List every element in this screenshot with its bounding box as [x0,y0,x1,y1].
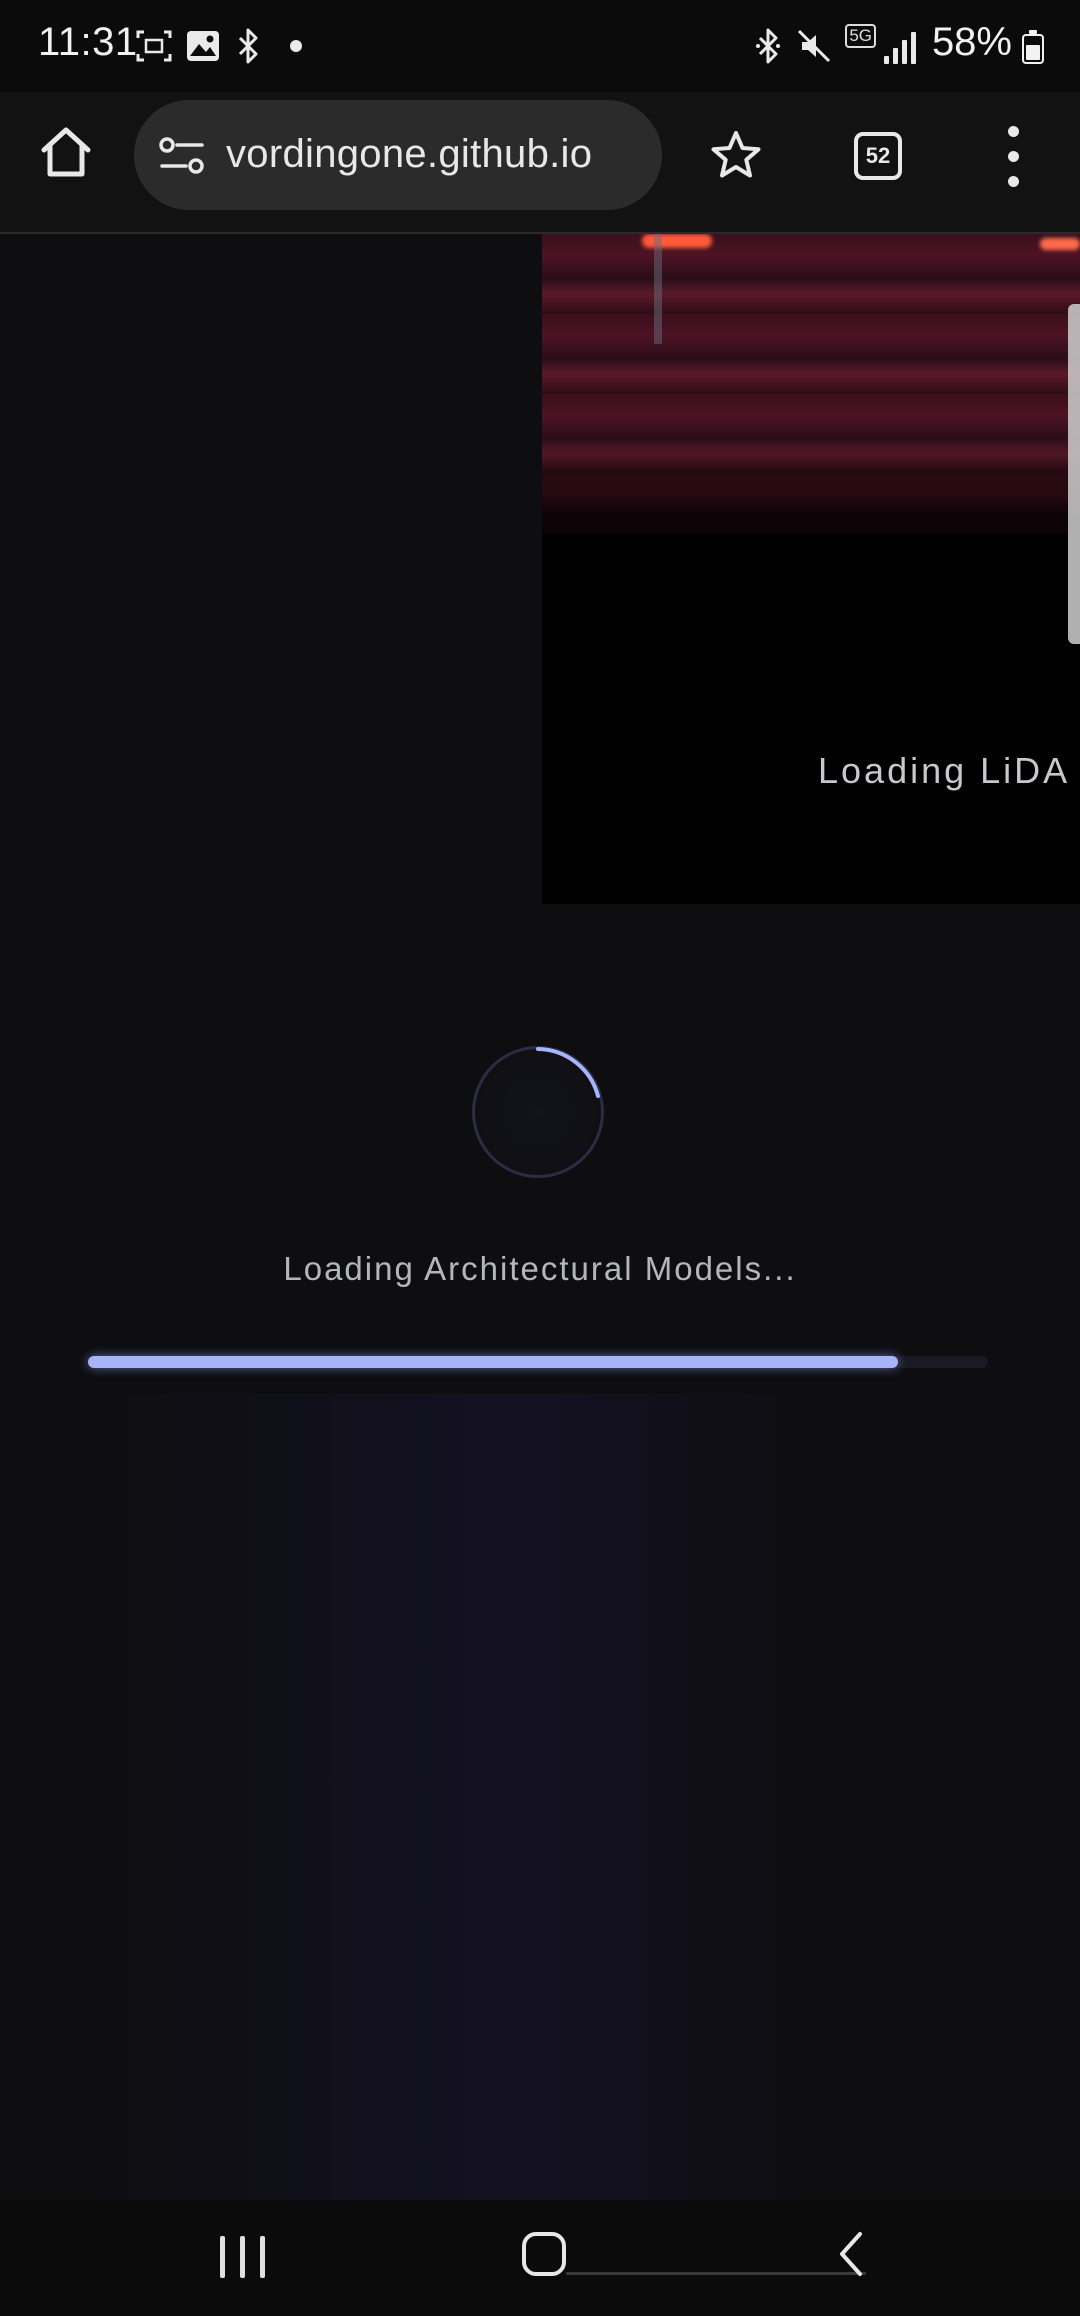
bookmark-star-button[interactable] [708,128,764,184]
progress-bar [88,1356,988,1368]
loading-status-text: Loading Architectural Models... [283,1250,797,1287]
browser-toolbar: vordingone.github.io 52 [0,92,1080,234]
back-button[interactable] [836,2230,866,2278]
lidar-loading-text: Loading LiDA [818,750,1071,791]
loading-spinner [472,1046,604,1178]
network-type: 5G [845,24,876,48]
background-glow [90,1394,800,2200]
tab-switcher-button[interactable]: 52 [854,132,902,180]
spinner-arc-icon [536,1047,600,1098]
battery-icon [1022,30,1044,64]
status-time: 11:31 [38,20,138,64]
panel-scrollbar[interactable] [1068,304,1080,644]
mute-icon [797,29,831,63]
signal-icon [884,32,918,64]
home-nav-button[interactable] [522,2232,566,2276]
video-preview: Loading LiDA [542,234,1080,904]
gesture-hint-line [566,2272,866,2275]
gallery-icon [187,31,219,61]
screen-capture-icon [136,30,172,62]
recent-apps-button[interactable] [218,2236,268,2280]
overflow-menu-button[interactable] [1000,122,1028,192]
bluetooth-icon [756,28,780,64]
notification-dot-icon [290,40,302,52]
home-button[interactable] [36,122,96,182]
site-settings-icon[interactable] [158,134,206,178]
progress-bar-fill [88,1356,898,1368]
battery-percent: 58% [931,20,1012,64]
system-navigation-bar [0,2200,1080,2316]
web-page: Loading LiDA Loading Architectural Model… [0,234,1080,2200]
bluetooth-icon [238,28,258,64]
url-text: vordingone.github.io [226,132,593,176]
status-bar: 11:31 5G 58% [0,0,1080,92]
video-frame [542,234,1080,534]
address-bar[interactable]: vordingone.github.io [134,100,662,210]
